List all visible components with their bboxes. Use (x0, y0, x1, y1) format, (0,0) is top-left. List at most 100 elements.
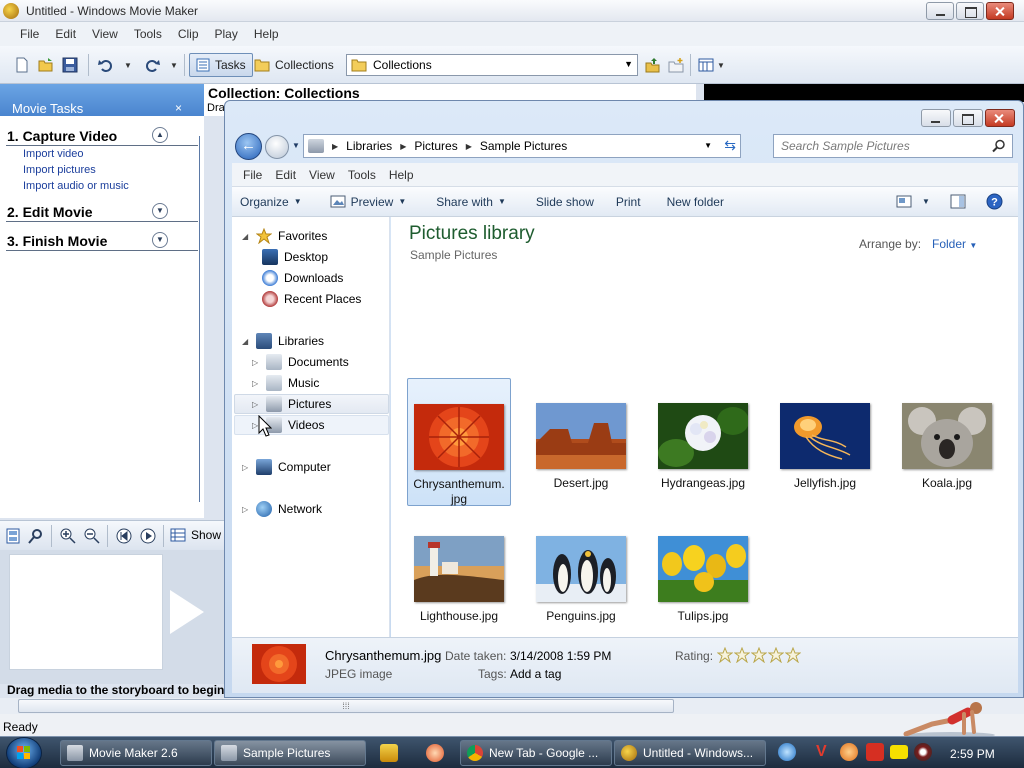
nav-libraries[interactable]: ◢ Libraries (242, 331, 324, 351)
explorer-menu-help[interactable]: Help (383, 168, 421, 182)
organize-button[interactable]: Organize ▼ (232, 195, 310, 209)
undo-icon[interactable] (98, 57, 114, 73)
play-icon[interactable] (140, 528, 156, 544)
file-tulips[interactable]: Tulips.jpg (651, 511, 755, 639)
minimize-button[interactable] (926, 2, 954, 20)
breadcrumb-sample-pictures[interactable]: Sample Pictures (480, 139, 567, 153)
task-group-title[interactable]: 3. Finish Movie ▼ (6, 229, 198, 251)
storyboard-icon[interactable] (6, 528, 20, 544)
expand-icon[interactable]: ▷ (242, 505, 250, 514)
flag-icon[interactable] (866, 743, 884, 761)
slide-show-button[interactable]: Slide show (528, 195, 602, 209)
print-button[interactable]: Print (608, 195, 649, 209)
media-player-icon[interactable] (380, 744, 398, 762)
menu-tools[interactable]: Tools (126, 27, 170, 41)
rating-star-icon[interactable] (768, 647, 784, 663)
refresh-icon[interactable]: ⇆ (724, 137, 736, 154)
share-with-button[interactable]: Share with ▼ (428, 195, 514, 209)
undo-dropdown-icon[interactable]: ▼ (124, 61, 132, 70)
search-tray-icon[interactable] (840, 743, 858, 761)
menu-file[interactable]: File (12, 27, 47, 41)
file-penguins[interactable]: Penguins.jpg (529, 511, 633, 639)
scrollbar-thumb[interactable]: ⁞⁞⁞ (18, 699, 674, 713)
new-project-icon[interactable] (14, 57, 30, 73)
import-video-link[interactable]: Import video (6, 146, 198, 162)
open-project-icon[interactable] (38, 57, 54, 73)
menu-play[interactable]: Play (207, 27, 246, 41)
new-folder-button[interactable]: New folder (659, 195, 732, 209)
file-desert[interactable]: Desert.jpg (529, 378, 633, 506)
notes-icon[interactable] (890, 745, 908, 759)
file-chrysanthemum[interactable]: Chrysanthemum. jpg (407, 378, 511, 506)
back-arrow-icon[interactable]: ← (235, 133, 262, 160)
explorer-close-button[interactable] (985, 109, 1015, 127)
up-one-level-icon[interactable] (644, 57, 660, 73)
zoom-in-icon[interactable] (60, 528, 76, 544)
import-pictures-link[interactable]: Import pictures (6, 162, 198, 178)
antivirus-icon[interactable]: V (816, 743, 834, 761)
address-bar[interactable]: ▶ Libraries ▶ Pictures ▶ Sample Pictures… (303, 134, 741, 158)
views-icon[interactable] (698, 57, 714, 73)
nav-music[interactable]: ▷ Music (252, 373, 319, 393)
nav-recent-places[interactable]: Recent Places (262, 289, 361, 309)
breadcrumb-chevron-icon[interactable]: ▶ (332, 142, 338, 151)
help-icon[interactable]: ? (986, 193, 1003, 210)
menu-view[interactable]: View (84, 27, 126, 41)
explorer-minimize-button[interactable] (921, 109, 951, 127)
show-timeline-button[interactable]: Show (170, 528, 221, 542)
taskbar-untitled-movie-maker[interactable]: Untitled - Windows... (614, 740, 766, 766)
redo-dropdown-icon[interactable]: ▼ (170, 61, 178, 70)
chevron-down-icon[interactable]: ▼ (152, 232, 168, 248)
nav-computer[interactable]: ▷ Computer (242, 457, 331, 477)
arrange-by-dropdown[interactable]: Folder ▼ (932, 237, 977, 251)
internet-explorer-icon[interactable] (778, 743, 796, 761)
close-button[interactable] (986, 2, 1014, 20)
taskbar-movie-maker[interactable]: Movie Maker 2.6 (60, 740, 212, 766)
taskbar-chrome[interactable]: New Tab - Google ... (460, 740, 612, 766)
maximize-button[interactable] (956, 2, 984, 20)
expand-icon[interactable]: ▷ (252, 379, 260, 388)
file-jellyfish[interactable]: Jellyfish.jpg (773, 378, 877, 506)
collections-dropdown[interactable]: Collections ▼ (346, 54, 638, 76)
collections-button[interactable]: Collections (248, 53, 340, 77)
nav-pictures[interactable]: ▷ Pictures (234, 394, 389, 414)
menu-edit[interactable]: Edit (47, 27, 84, 41)
expand-icon[interactable]: ▷ (252, 400, 260, 409)
rating-star-icon[interactable] (751, 647, 767, 663)
nav-network[interactable]: ▷ Network (242, 499, 322, 519)
recorder-icon[interactable] (914, 743, 932, 761)
start-button[interactable] (6, 737, 42, 768)
chevron-down-icon[interactable]: ▼ (152, 203, 168, 219)
close-pane-icon[interactable]: × (175, 101, 182, 115)
nav-downloads[interactable]: Downloads (262, 268, 343, 288)
breadcrumb-pictures[interactable]: Pictures (414, 139, 457, 153)
paint-icon[interactable] (426, 744, 444, 762)
rating-star-icon[interactable] (717, 647, 733, 663)
search-input[interactable]: Search Sample Pictures (773, 134, 1013, 158)
horizontal-scrollbar[interactable]: ⁞⁞⁞ (0, 698, 1024, 714)
clock[interactable]: 2:59 PM (950, 747, 995, 761)
redo-icon[interactable] (144, 57, 160, 73)
tasks-button[interactable]: Tasks (189, 53, 253, 77)
expand-icon[interactable]: ▷ (242, 463, 250, 472)
import-audio-link[interactable]: Import audio or music (6, 178, 198, 194)
set-audio-levels-icon[interactable] (28, 528, 44, 544)
rating-star-icon[interactable] (785, 647, 801, 663)
rewind-icon[interactable] (116, 528, 132, 544)
collapse-icon[interactable]: ◢ (242, 232, 250, 241)
expand-icon[interactable]: ▷ (252, 358, 260, 367)
save-project-icon[interactable] (62, 57, 78, 73)
storyboard-clip-slot[interactable] (9, 554, 163, 670)
file-koala[interactable]: Koala.jpg (895, 378, 999, 506)
explorer-maximize-button[interactable] (953, 109, 983, 127)
menu-help[interactable]: Help (246, 27, 287, 41)
explorer-menu-file[interactable]: File (237, 168, 269, 182)
task-group-title[interactable]: 2. Edit Movie ▼ (6, 200, 198, 222)
chevron-up-icon[interactable]: ▲ (152, 127, 168, 143)
explorer-menu-edit[interactable]: Edit (269, 168, 303, 182)
nav-documents[interactable]: ▷ Documents (252, 352, 349, 372)
forward-arrow-icon[interactable] (265, 135, 289, 159)
date-taken-value[interactable]: 3/14/2008 1:59 PM (510, 649, 611, 663)
nav-desktop[interactable]: Desktop (262, 247, 328, 267)
change-view-icon[interactable] (896, 195, 912, 208)
